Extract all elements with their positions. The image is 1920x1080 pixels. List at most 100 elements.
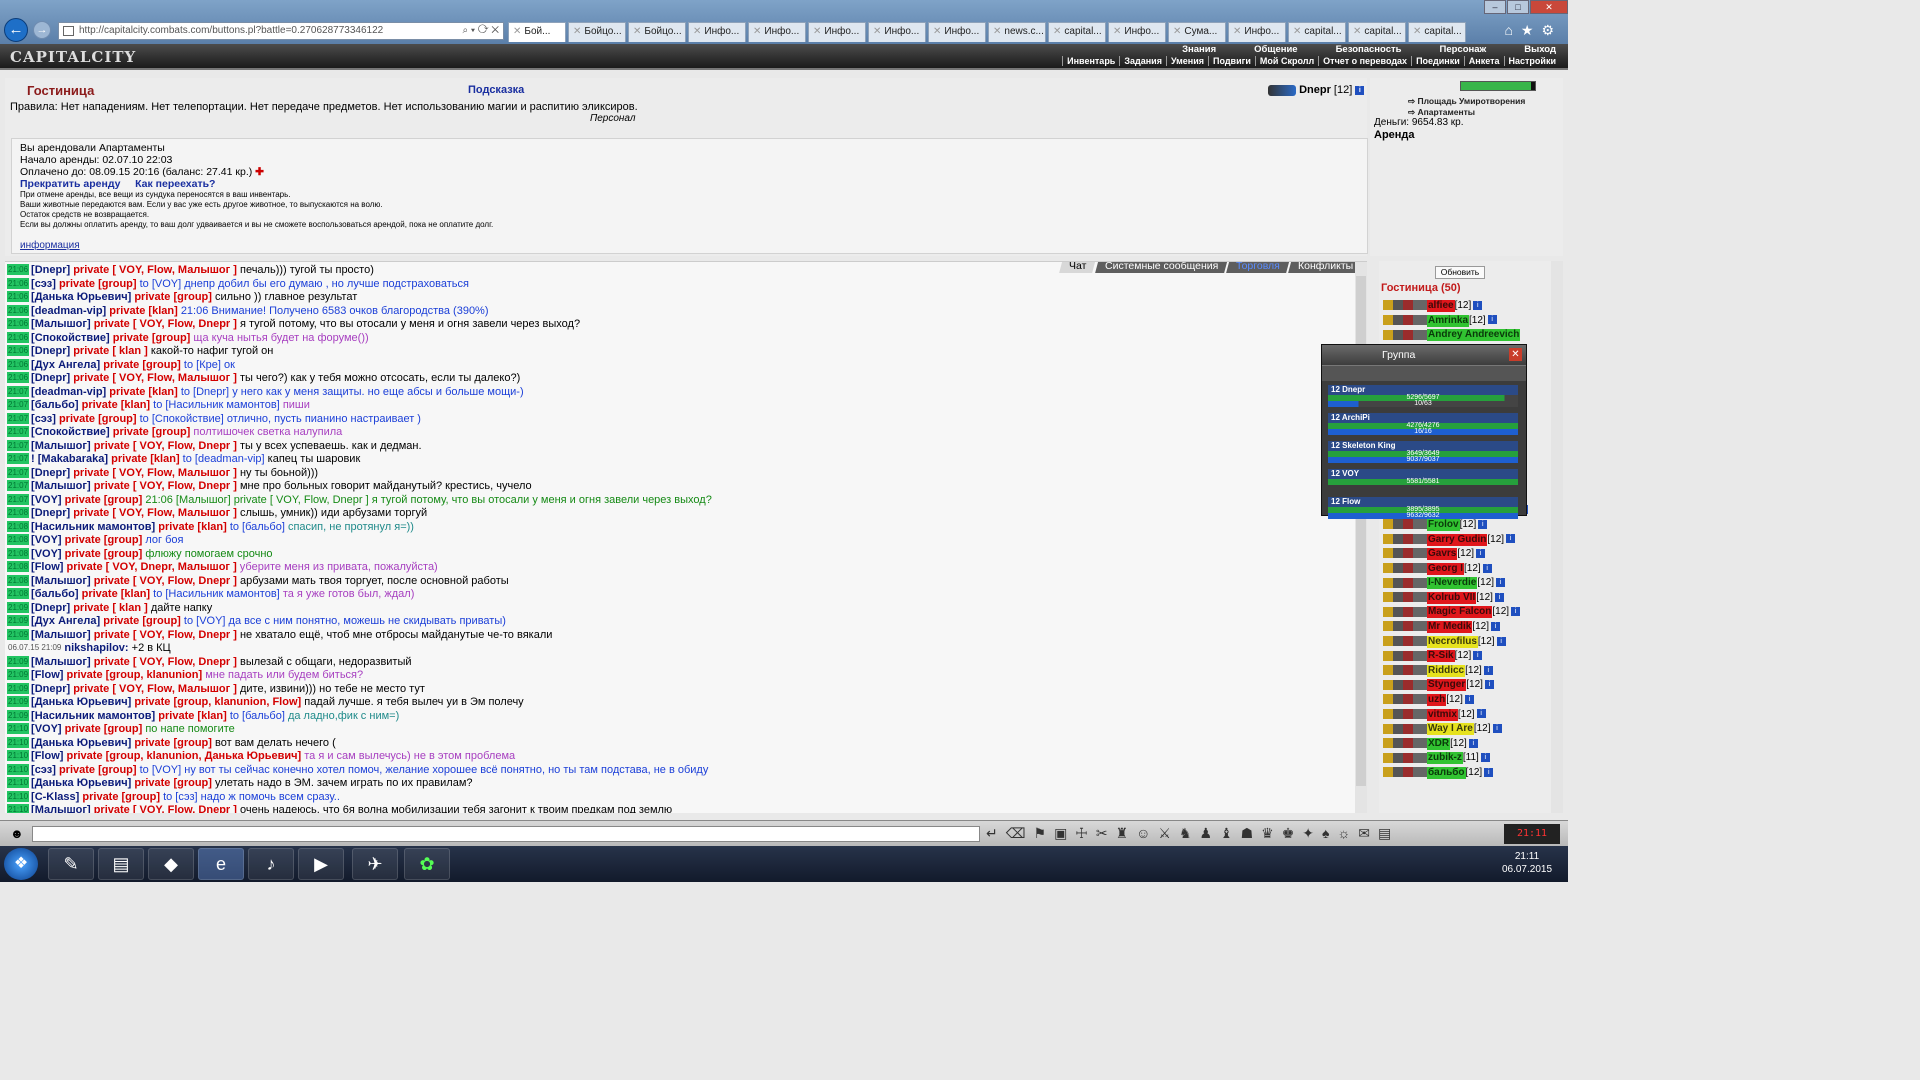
player-name[interactable]: Riddicc: [1427, 664, 1466, 677]
chat-private-target[interactable]: private [group, klanunion, Flow]: [134, 696, 301, 708]
browser-toolbar-icons[interactable]: ⌂★⚙: [1504, 22, 1562, 39]
player-name[interactable]: zubik-z: [1427, 752, 1463, 765]
start-button[interactable]: ❖: [4, 848, 38, 880]
browser-tab[interactable]: ✕ Бой...: [508, 22, 566, 42]
chat-private-target[interactable]: private [group]: [59, 764, 137, 776]
sub-menu-item[interactable]: Отчет о переводах: [1318, 56, 1407, 66]
chat-nick[interactable]: nikshapilov:: [64, 642, 128, 654]
player-row[interactable]: Mr Medik[12] i: [1383, 620, 1553, 635]
chat-nick[interactable]: [VOY]: [31, 534, 62, 546]
player-name[interactable]: Garry Gudin: [1427, 533, 1488, 546]
chat-to-target[interactable]: to [Dnepr]: [181, 386, 229, 398]
browser-tab[interactable]: ✕ Инфо...: [748, 22, 806, 42]
chat-toolbar-icons[interactable]: ↵⌫⚑▣☩✂♜☺⚔♞♟♝☗♛♚✦♠☼✉▤: [986, 825, 1399, 842]
browser-tab[interactable]: ✕ Бойцо...: [628, 22, 686, 42]
group-window-title[interactable]: Группа ✕: [1322, 345, 1526, 365]
chat-nick[interactable]: [Малышог]: [31, 629, 91, 641]
chat-private-target[interactable]: private [ klan ]: [73, 602, 148, 614]
address-tools-icons[interactable]: ⌕ ▾ ⟳ ✕: [463, 23, 499, 39]
move-link[interactable]: Как переехать?: [135, 178, 215, 190]
chat-input[interactable]: [32, 826, 980, 842]
player-info-icon[interactable]: i: [1480, 753, 1490, 763]
player-name[interactable]: R-Sik: [1427, 650, 1455, 663]
tab-close-icon[interactable]: ✕: [753, 26, 761, 37]
chat-private-target[interactable]: private [group]: [134, 291, 212, 303]
chat-private-target[interactable]: private [group]: [65, 723, 143, 735]
user-badge[interactable]: Dnepr [12] i: [1268, 84, 1365, 96]
player-row[interactable]: бальбо[12] i: [1383, 766, 1553, 781]
chat-nick[interactable]: [Dnepr]: [31, 507, 70, 519]
tab-close-icon[interactable]: ✕: [813, 26, 821, 37]
chat-nick[interactable]: [Малышог]: [31, 318, 91, 330]
player-info-icon[interactable]: i: [1492, 724, 1502, 734]
player-row[interactable]: Way I Are[12] i: [1383, 722, 1553, 737]
player-info-icon[interactable]: i: [1484, 767, 1494, 777]
player-row[interactable]: alfiee[12] i: [1383, 299, 1553, 314]
chat-private-target[interactable]: private [klan]: [158, 521, 226, 533]
chat-private-target[interactable]: private [ klan ]: [73, 345, 148, 357]
browser-tab[interactable]: ✕ Инфо...: [928, 22, 986, 42]
tab-close-icon[interactable]: ✕: [1233, 26, 1241, 37]
chat-private-target[interactable]: private [group]: [82, 791, 160, 803]
chat-nick[interactable]: [Flow]: [31, 750, 63, 762]
smile-icon[interactable]: ☻: [10, 826, 24, 841]
taskbar-app-ie[interactable]: e: [198, 848, 244, 880]
player-row[interactable]: Kolrub VII[12] i: [1383, 591, 1553, 606]
tab-close-icon[interactable]: ✕: [1413, 26, 1421, 37]
top-menu-item[interactable]: Знания: [1182, 44, 1216, 55]
stop-rent-link[interactable]: Прекратить аренду: [20, 178, 121, 190]
chat-nick[interactable]: [Dnepr]: [31, 345, 70, 357]
player-name[interactable]: alfiee: [1427, 300, 1455, 312]
player-row[interactable]: R-Sik[12] i: [1383, 649, 1553, 664]
chat-private-target[interactable]: private [group]: [134, 777, 212, 789]
chat-to-target[interactable]: to [Насильник мамонтов]: [153, 588, 280, 600]
link-square[interactable]: ⇨ Площадь Умиротворения: [1408, 96, 1525, 107]
refresh-button[interactable]: Обновить: [1435, 266, 1485, 279]
chat-nick[interactable]: [Данька Юрьевич]: [31, 696, 131, 708]
chat-tab[interactable]: Торговля: [1226, 262, 1290, 273]
sub-menu-item[interactable]: Задания: [1119, 56, 1162, 66]
chat-private-target[interactable]: private [group]: [59, 413, 137, 425]
chat-nick[interactable]: [Насильник мамонтов]: [31, 521, 155, 533]
chat-nick[interactable]: [Спокойствие]: [31, 332, 110, 344]
system-tray-clock[interactable]: 21:11 06.07.2015: [1492, 850, 1562, 876]
chat-private-target[interactable]: private [ VOY, Flow, Dnepr ]: [94, 480, 237, 492]
chat-nick[interactable]: [сэз]: [31, 413, 56, 425]
top-menu-item[interactable]: Персонаж: [1440, 44, 1487, 55]
chat-private-target[interactable]: private [ VOY, Flow, Малышог ]: [73, 467, 237, 479]
chat-nick[interactable]: [сэз]: [31, 278, 56, 290]
chat-nick[interactable]: [Данька Юрьевич]: [31, 291, 131, 303]
maximize-button[interactable]: □: [1507, 0, 1529, 14]
chat-nick[interactable]: ! [Makabaraka]: [31, 453, 108, 465]
player-info-icon[interactable]: i: [1473, 300, 1483, 310]
chat-nick[interactable]: [VOY]: [31, 494, 62, 506]
taskbar-app-gadgets[interactable]: ◆: [148, 848, 194, 880]
chat-nick[interactable]: [Dnepr]: [31, 602, 70, 614]
player-info-icon[interactable]: i: [1476, 548, 1486, 558]
player-info-icon[interactable]: i: [1476, 709, 1486, 719]
group-member[interactable]: 12 Skeleton King 3649/3649 9037/9037: [1328, 441, 1518, 465]
tab-close-icon[interactable]: ✕: [1353, 26, 1361, 37]
chat-private-target[interactable]: private [ VOY, Flow, Dnepr ]: [94, 575, 237, 587]
player-info-icon[interactable]: i: [1487, 315, 1497, 325]
player-row[interactable]: XDR[12] i: [1383, 737, 1553, 752]
player-name[interactable]: uzh: [1427, 694, 1447, 707]
player-name[interactable]: XDR: [1427, 737, 1451, 750]
sub-menu-item[interactable]: Инвентарь: [1062, 56, 1115, 66]
tab-close-icon[interactable]: ✕: [993, 26, 1001, 37]
sub-menu-item[interactable]: Поединки: [1411, 56, 1460, 66]
chat-to-target[interactable]: to [бальбо]: [230, 521, 285, 533]
chat-private-target[interactable]: private [group]: [59, 278, 137, 290]
player-row[interactable]: uzh[12] i: [1383, 693, 1553, 708]
chat-private-target[interactable]: private [group]: [103, 615, 181, 627]
minimize-button[interactable]: –: [1484, 0, 1506, 14]
player-row[interactable]: vitmix[12] i: [1383, 708, 1553, 723]
chat-nick[interactable]: [Спокойствие]: [31, 426, 110, 438]
chat-nick[interactable]: [Дух Ангела]: [31, 615, 100, 627]
sub-menu-item[interactable]: Анкета: [1463, 56, 1500, 66]
tab-close-icon[interactable]: ✕: [513, 26, 521, 37]
chat-nick[interactable]: [Flow]: [31, 669, 63, 681]
chat-to-target[interactable]: to [VOY]: [140, 764, 182, 776]
sub-menu-item[interactable]: Умения: [1165, 56, 1204, 66]
group-tools[interactable]: [1322, 365, 1526, 381]
